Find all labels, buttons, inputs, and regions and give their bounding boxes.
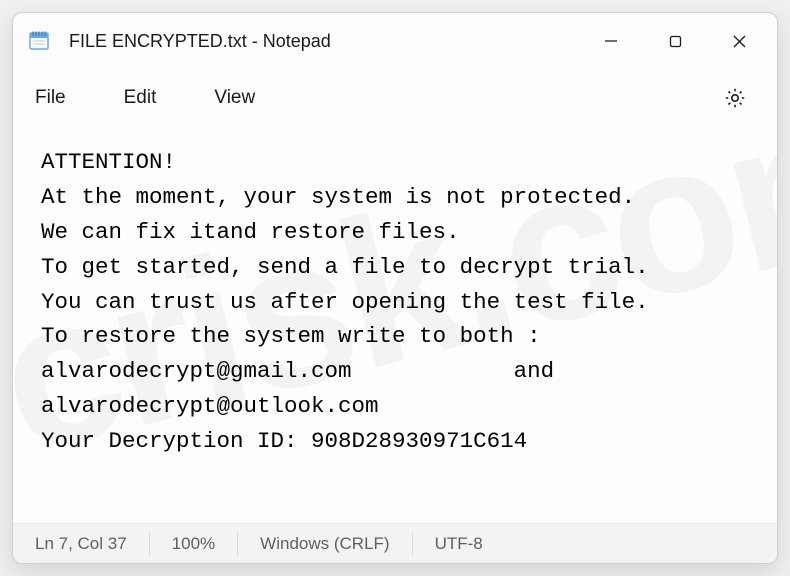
status-encoding: UTF-8	[413, 532, 505, 556]
titlebar[interactable]: FILE ENCRYPTED.txt - Notepad	[13, 13, 777, 69]
menu-view[interactable]: View	[214, 87, 255, 109]
close-button[interactable]	[707, 13, 771, 69]
settings-button[interactable]	[721, 84, 749, 112]
minimize-button[interactable]	[579, 13, 643, 69]
maximize-button[interactable]	[643, 13, 707, 69]
status-cursor: Ln 7, Col 37	[21, 532, 150, 556]
window-title: FILE ENCRYPTED.txt - Notepad	[69, 31, 331, 52]
window-controls	[579, 13, 771, 69]
status-zoom[interactable]: 100%	[150, 532, 238, 556]
notepad-window: pcrisk.com FILE ENCRYPTED.txt - Notepad	[12, 12, 778, 564]
menubar: File Edit View	[13, 69, 777, 127]
text-area[interactable]: ATTENTION! At the moment, your system is…	[13, 127, 777, 523]
notepad-icon	[27, 29, 51, 53]
statusbar: Ln 7, Col 37 100% Windows (CRLF) UTF-8	[13, 523, 777, 563]
menu-edit[interactable]: Edit	[124, 87, 157, 109]
menu-file[interactable]: File	[35, 87, 66, 109]
status-line-ending: Windows (CRLF)	[238, 532, 412, 556]
